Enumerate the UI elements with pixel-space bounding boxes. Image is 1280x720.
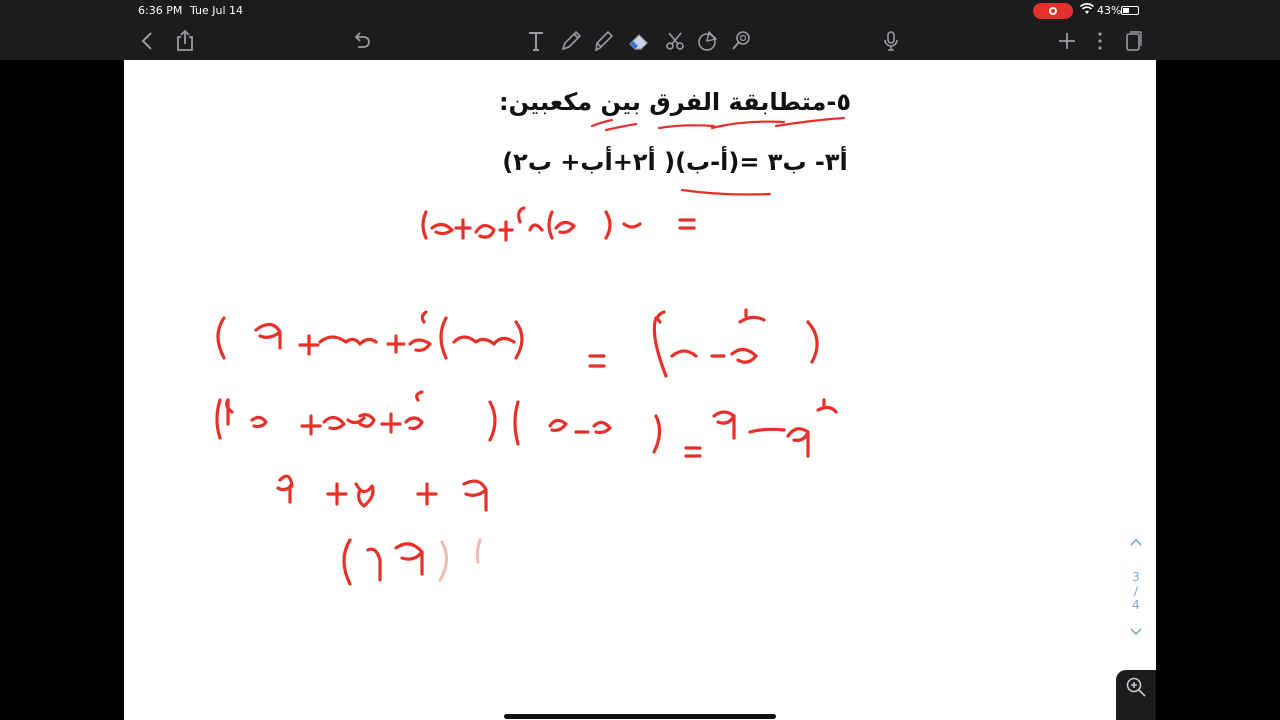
ink-stroke — [488, 400, 497, 442]
ink-stroke — [678, 218, 696, 230]
ink-stroke — [276, 474, 294, 504]
ink-stroke — [554, 220, 576, 234]
ink-stroke — [514, 320, 524, 360]
ink-stroke — [438, 540, 448, 582]
ink-stroke — [816, 398, 838, 414]
battery-level — [1123, 8, 1129, 13]
underline-stroke — [710, 120, 786, 130]
ink-stroke — [498, 220, 514, 242]
ink-stroke — [318, 335, 378, 346]
lasso-icon[interactable] — [660, 26, 690, 56]
heading-underlines — [590, 116, 846, 196]
ink-stroke — [684, 446, 702, 458]
battery-icon — [1121, 6, 1139, 15]
pages-icon[interactable] — [1118, 26, 1148, 56]
eraser-icon[interactable] — [624, 26, 654, 56]
handwritten-working — [215, 206, 838, 586]
ink-stroke — [452, 335, 516, 346]
ink-stroke — [354, 482, 375, 508]
ink-stroke — [528, 223, 544, 232]
status-date: Tue Jul 14 — [190, 4, 244, 17]
underline-stroke — [604, 122, 638, 132]
ink-stroke — [420, 310, 428, 324]
ink-stroke — [326, 482, 348, 506]
underline-stroke — [657, 124, 716, 130]
ink-stroke — [225, 398, 234, 426]
ink-stroke — [786, 427, 810, 458]
ink-stroke — [346, 413, 376, 428]
ink-stroke — [806, 320, 819, 364]
zoom-button[interactable] — [1116, 670, 1156, 720]
underline-stroke — [680, 188, 772, 196]
ink-stroke — [366, 547, 382, 582]
ink-stroke — [656, 310, 666, 324]
ink-stroke — [394, 542, 424, 576]
wifi-icon — [1079, 3, 1095, 18]
ink-stroke — [748, 427, 786, 434]
ink-stroke — [454, 218, 472, 240]
share-icon[interactable] — [170, 26, 200, 56]
ink-stroke — [439, 316, 448, 360]
ink-stroke — [404, 416, 424, 430]
undo-icon[interactable] — [346, 26, 376, 56]
ink-stroke — [670, 349, 698, 358]
ink-stroke — [322, 415, 346, 431]
status-time: 6:36 PM — [138, 4, 183, 17]
ink-stroke — [652, 414, 662, 454]
ink-stroke — [254, 322, 282, 350]
ink-stroke — [298, 334, 320, 356]
ink-stroke — [408, 338, 432, 352]
ink-stroke — [730, 347, 758, 364]
page-separator: / — [1133, 583, 1139, 598]
ink-stroke — [652, 316, 668, 378]
back-icon[interactable] — [133, 26, 163, 56]
ink-stroke — [415, 390, 424, 402]
ink-stroke — [216, 316, 226, 360]
ink-stroke — [475, 538, 482, 564]
ink-stroke — [474, 223, 496, 239]
zoom-icon — [1126, 677, 1146, 697]
current-page: 3 — [1132, 569, 1140, 584]
ink-stroke — [416, 482, 438, 506]
ink-stroke — [386, 334, 406, 354]
previous-page-icon[interactable] — [1129, 536, 1143, 552]
ink-stroke — [592, 420, 612, 435]
more-icon[interactable] — [1085, 26, 1115, 56]
image-icon[interactable] — [726, 26, 756, 56]
ink-stroke — [215, 398, 222, 440]
underline-stroke — [590, 118, 614, 128]
ink-stroke — [604, 210, 612, 240]
shapes-icon[interactable] — [692, 26, 722, 56]
faint-strokes — [438, 538, 482, 582]
total-pages: 4 — [1132, 597, 1140, 612]
ink-stroke — [548, 418, 568, 432]
screen-recording-indicator[interactable] — [1033, 3, 1073, 19]
add-icon[interactable] — [1052, 26, 1082, 56]
ink-stroke — [517, 206, 526, 224]
ink-stroke — [430, 222, 454, 236]
ink-stroke — [462, 479, 488, 512]
next-page-icon[interactable] — [1129, 624, 1143, 640]
ink-stroke — [513, 400, 520, 446]
ink-stroke — [380, 412, 402, 434]
ink-stroke — [622, 222, 642, 229]
page-navigator: 3 / 4 — [1116, 536, 1156, 640]
ink-stroke — [738, 308, 766, 324]
mic-icon[interactable] — [876, 26, 906, 56]
ink-stroke — [547, 210, 554, 240]
ink-stroke — [588, 354, 606, 368]
ink-stroke — [342, 538, 352, 586]
ink-stroke — [712, 410, 736, 440]
record-icon — [1049, 7, 1057, 15]
text-tool-icon[interactable] — [521, 26, 551, 56]
ink-stroke — [250, 415, 268, 429]
underline-stroke — [774, 116, 846, 128]
handwriting-layer — [215, 116, 846, 586]
ink-stroke — [421, 210, 428, 240]
ink-stroke — [300, 414, 322, 436]
pen-icon[interactable] — [556, 26, 586, 56]
highlighter-icon[interactable] — [590, 26, 620, 56]
home-indicator[interactable] — [504, 714, 776, 719]
battery-percent: 43% — [1097, 4, 1122, 17]
